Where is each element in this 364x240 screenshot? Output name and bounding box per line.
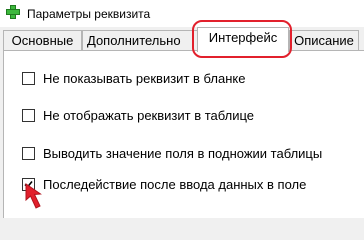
tab-panel-interfeis: Не показывать реквизит в бланке Не отобр…	[3, 50, 364, 218]
option-label: Выводить значение поля в подножии таблиц…	[43, 146, 323, 161]
option-label: Не показывать реквизит в бланке	[43, 71, 246, 86]
tab-strip: Основные Дополнительно Интерфейс Описани…	[0, 27, 364, 52]
checkbox[interactable]	[22, 147, 35, 160]
option-label: Последействие после ввода данных в поле	[43, 177, 307, 192]
window-title: Параметры реквизита	[27, 7, 151, 21]
red-arrow-icon	[25, 183, 42, 209]
tab-osnovnye[interactable]: Основные	[3, 30, 82, 50]
tab-opisanie[interactable]: Описание	[289, 30, 359, 50]
checkbox[interactable]	[22, 109, 35, 122]
option-label: Не отображать реквизит в таблице	[43, 108, 254, 123]
dialog-window: Параметры реквизита Основные Дополнитель…	[0, 0, 364, 218]
title-bar: Параметры реквизита	[0, 0, 364, 27]
green-plus-icon	[6, 5, 20, 19]
checkbox[interactable]	[22, 72, 35, 85]
tab-dopolnitelno[interactable]: Дополнительно	[82, 30, 198, 50]
tab-interfeis[interactable]: Интерфейс	[197, 27, 289, 52]
